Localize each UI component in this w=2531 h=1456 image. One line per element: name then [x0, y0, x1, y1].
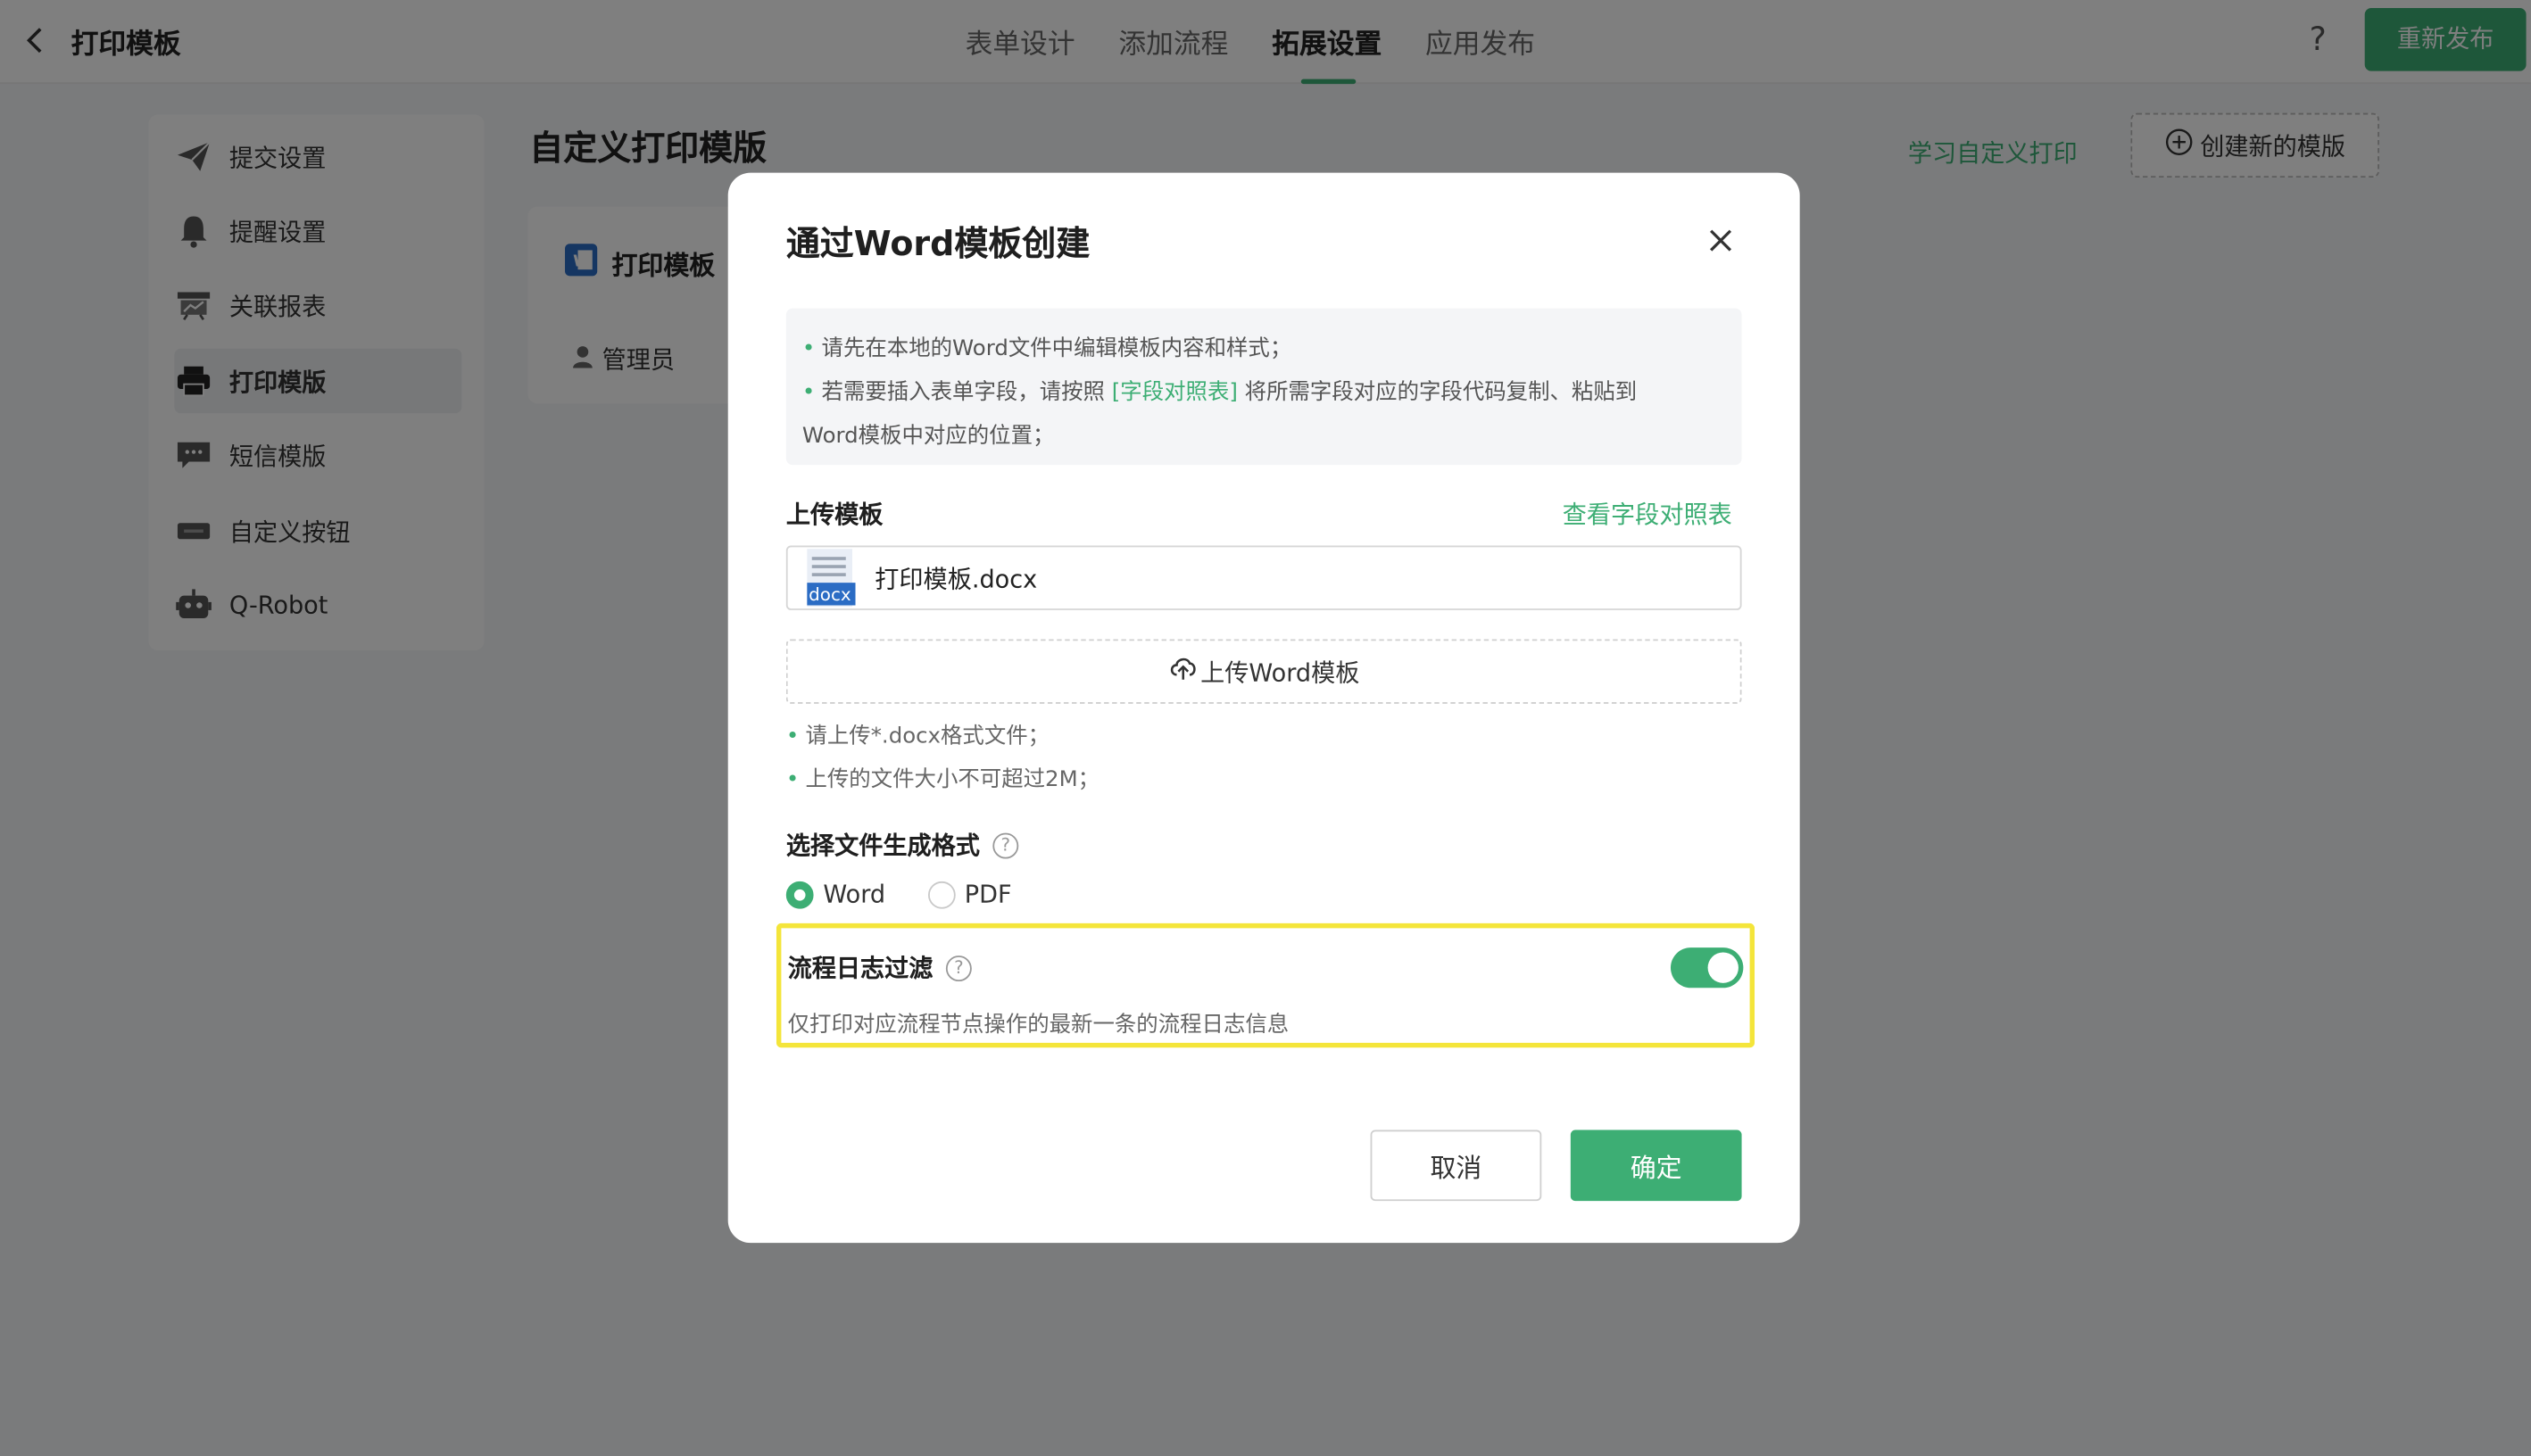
process-log-filter-description: 仅打印对应流程节点操作的最新一条的流程日志信息 [787, 1012, 1290, 1038]
docx-file-icon: docx [806, 549, 856, 608]
radio-pdf[interactable] [927, 880, 955, 908]
instruction-line-2: • 若需要插入表单字段，请按照 [字段对照表] 将所需字段对应的字段代码复制、粘贴… [801, 379, 1638, 406]
close-icon[interactable] [1697, 218, 1745, 263]
cancel-button[interactable]: 取消 [1370, 1129, 1542, 1202]
output-format-radio-group: Word PDF [785, 880, 1012, 909]
instruction-line-3: Word模板中对应的位置； [801, 423, 1055, 449]
docx-badge: docx [809, 583, 851, 606]
radio-word-label[interactable]: Word [823, 880, 885, 909]
field-map-link[interactable]: [字段对照表] [1112, 379, 1238, 405]
process-log-filter-label: 流程日志过滤 ? [788, 951, 972, 985]
instructions-panel: • 请先在本地的Word文件中编辑模板内容和样式； • 若需要插入表单字段，请按照 … [785, 308, 1742, 466]
upload-note-format: • 请上传*.docx格式文件； [785, 723, 1050, 749]
upload-note-size: • 上传的文件大小不可超过2M； [785, 766, 1100, 793]
cloud-upload-icon [1168, 656, 1198, 688]
radio-word[interactable] [785, 880, 814, 908]
upload-template-label: 上传模板 [785, 500, 884, 530]
output-format-label: 选择文件生成格式 ? [786, 828, 1019, 862]
upload-button-label: 上传Word模板 [1200, 658, 1360, 687]
process-log-filter-section: 流程日志过滤 ? 仅打印对应流程节点操作的最新一条的流程日志信息 [776, 922, 1755, 1048]
create-from-word-dialog: 通过Word模板创建 • 请先在本地的Word文件中编辑模板内容和样式； • 若需要… [727, 172, 1800, 1244]
process-log-filter-toggle[interactable] [1670, 947, 1744, 989]
help-circle-icon[interactable]: ? [945, 955, 972, 981]
upload-word-template-button[interactable]: 上传Word模板 [785, 639, 1742, 704]
confirm-button[interactable]: 确定 [1570, 1129, 1742, 1202]
help-circle-icon[interactable]: ? [992, 831, 1019, 858]
view-field-map-link[interactable]: 查看字段对照表 [1563, 497, 1732, 531]
uploaded-file[interactable]: docx 打印模板.docx [785, 545, 1742, 610]
dialog-title: 通过Word模板创建 [785, 224, 1091, 263]
file-name: 打印模板.docx [875, 564, 1038, 593]
radio-pdf-label[interactable]: PDF [965, 880, 1012, 909]
instruction-line-1: • 请先在本地的Word文件中编辑模板内容和样式； [801, 335, 1292, 362]
